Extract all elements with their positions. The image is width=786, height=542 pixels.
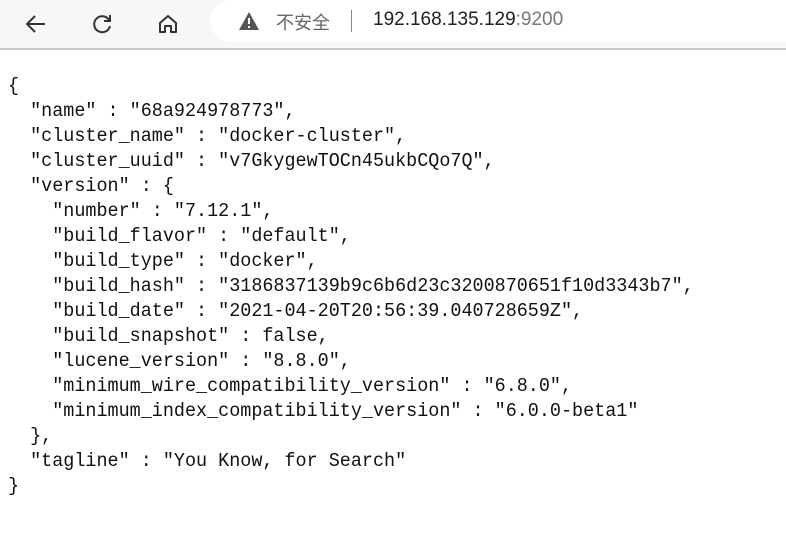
- divider: [351, 10, 352, 32]
- json-line: "cluster_name" : "docker-cluster",: [8, 125, 407, 147]
- json-line: "build_snapshot" : false,: [8, 325, 329, 347]
- json-response: { "name" : "68a924978773", "cluster_name…: [8, 74, 694, 499]
- address-bar[interactable]: 不安全 192.168.135.129:9200: [210, 0, 786, 42]
- json-line: "version" : {: [8, 175, 174, 197]
- home-button[interactable]: [150, 6, 186, 42]
- url-port: :9200: [515, 9, 564, 30]
- url-host: 192.168.135.129: [373, 9, 516, 30]
- json-line: "build_hash" : "3186837139b9c6b6d23c3200…: [8, 275, 694, 297]
- json-line: "name" : "68a924978773",: [8, 100, 296, 122]
- json-line: "build_type" : "docker",: [8, 250, 318, 272]
- json-line: "build_flavor" : "default",: [8, 225, 351, 247]
- json-line: "build_date" : "2021-04-20T20:56:39.0407…: [8, 300, 584, 322]
- json-line: "cluster_uuid" : "v7GkygewTOCn45ukbCQo7Q…: [8, 150, 495, 172]
- browser-toolbar: 不安全 192.168.135.129:9200: [0, 0, 786, 50]
- security-label[interactable]: 不安全: [276, 9, 330, 35]
- json-line: "minimum_index_compatibility_version" : …: [8, 400, 639, 422]
- json-line: "tagline" : "You Know, for Search": [8, 450, 407, 472]
- json-line: "minimum_wire_compatibility_version" : "…: [8, 375, 573, 397]
- url-text[interactable]: 192.168.135.129:9200: [373, 9, 563, 31]
- json-line: }: [8, 475, 20, 497]
- json-line: "lucene_version" : "8.8.0",: [8, 350, 351, 372]
- home-icon: [159, 15, 177, 33]
- reload-icon: [93, 15, 111, 34]
- back-arrow-icon: [25, 15, 45, 33]
- json-line: "number" : "7.12.1",: [8, 200, 274, 222]
- reload-button[interactable]: [84, 6, 120, 42]
- json-line: },: [8, 425, 53, 447]
- warning-triangle-icon: [239, 12, 259, 30]
- json-line: {: [8, 75, 20, 97]
- back-button[interactable]: [18, 6, 54, 42]
